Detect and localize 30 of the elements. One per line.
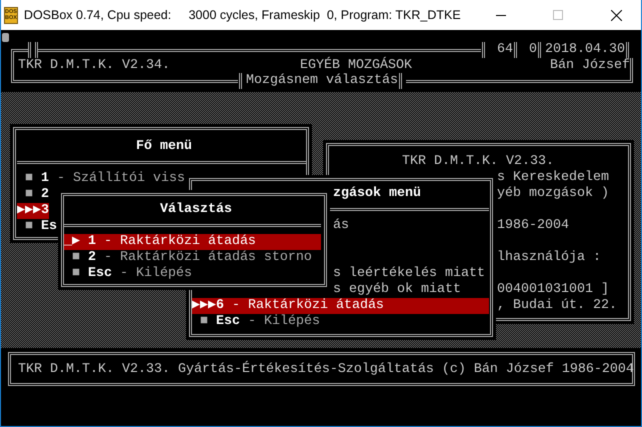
menu-title: zgások menü (332, 186, 421, 202)
menu-item[interactable]: ▶▶▶6 - Raktárközi átadás (192, 298, 489, 314)
date-field: 2018.04.30 (545, 42, 625, 58)
counter-field: 0 (521, 42, 538, 58)
module-title: EGYÉB MOZGÁSOK (300, 58, 413, 73)
menu-item[interactable]: ■ 2 - Raktárközi átadás storno (64, 250, 321, 266)
menu-item[interactable]: ■ 1 - Szállítói viss (17, 171, 185, 187)
close-icon (610, 10, 622, 20)
info-line: 1986-2004 (497, 218, 569, 234)
info-line: lhasználója : (497, 250, 601, 266)
menu-item[interactable]: ■ Esc - Kilépés (192, 314, 489, 330)
menu-item[interactable]: ■ Es (17, 219, 57, 235)
maximize-icon (553, 10, 564, 20)
counter-field: 64 (489, 42, 514, 58)
info-line: , Budai út. 22. (497, 298, 617, 314)
info-line: yéb mozgások ) (497, 186, 609, 202)
info-line: 004001031001 ] (497, 282, 609, 298)
system-menu-icon[interactable] (2, 33, 9, 42)
user-name: Bán József (550, 58, 630, 74)
menu-item[interactable]: _▶ 1 - Raktárközi átadás (64, 234, 321, 250)
menu-item[interactable]: ■ 2 (17, 187, 49, 203)
menu-title: Fő menü (135, 139, 192, 155)
window-title: DOSBox 0.74, Cpu speed: 3000 cycles, Frameskip 0, Program: TKR_DTKE (24, 8, 461, 22)
screen-caption: Mozgásnem választás (246, 73, 398, 89)
program-name: TKR D.M.T.K. V2.34. (18, 58, 171, 74)
menu-item[interactable]: ▶▶▶3 (17, 203, 49, 219)
info-line: s Kereskedelem (497, 170, 609, 186)
menu-item[interactable]: ■ Esc - Kilépés (64, 266, 321, 282)
info-title: TKR D.M.T.K. V2.33. (402, 154, 554, 170)
dialog-title: Választás (159, 202, 232, 218)
